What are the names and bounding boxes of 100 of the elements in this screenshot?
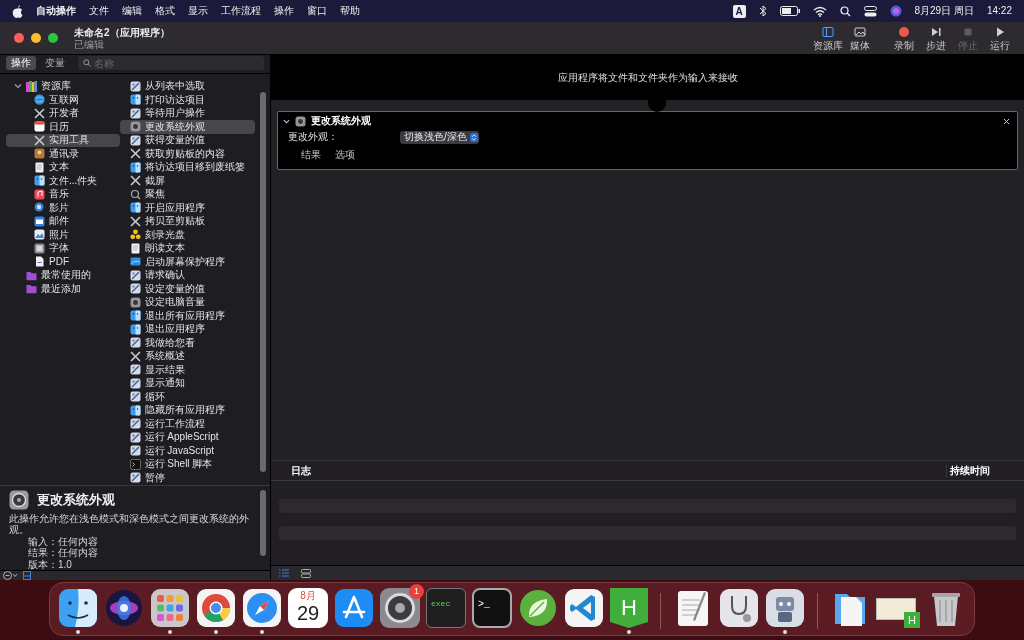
chevron-icon[interactable] [14, 82, 22, 91]
action-item[interactable]: 拷贝至剪贴板 [119, 214, 256, 228]
search-icon[interactable] [839, 5, 851, 17]
library-item[interactable]: 开发者 [6, 106, 120, 120]
apple-icon[interactable] [12, 4, 23, 18]
console-icon[interactable]: exec [426, 588, 466, 628]
action-item[interactable]: 刻录光盘 [119, 228, 256, 242]
automator-icon [129, 107, 141, 119]
launchpad-icon[interactable] [150, 588, 190, 628]
action-item[interactable]: 设定变量的值 [119, 282, 256, 296]
action-item[interactable]: 聚焦 [119, 187, 256, 201]
menu-item[interactable]: 格式 [155, 5, 175, 17]
library-item[interactable]: 日历 [6, 120, 120, 134]
menu-bar-clock[interactable]: 14:22 [986, 5, 1012, 17]
control-center-icon[interactable] [863, 5, 877, 17]
code-editor-icon[interactable] [564, 588, 604, 628]
minimize-button[interactable] [31, 33, 41, 43]
appearance-dropdown[interactable]: 切换浅色/深色 [400, 130, 479, 144]
toolbar-button[interactable]: 资源库 [812, 25, 844, 51]
menu-item[interactable]: 文件 [89, 5, 109, 17]
leaf-icon[interactable] [518, 588, 558, 628]
action-item[interactable]: 循环 [119, 390, 256, 404]
action-item[interactable]: 设定电脑音量 [119, 295, 256, 309]
bluetooth-icon[interactable] [758, 5, 767, 17]
siri-icon[interactable] [104, 588, 144, 628]
library-item[interactable]: 邮件 [6, 214, 120, 228]
action-item[interactable]: 显示通知 [119, 376, 256, 390]
action-item[interactable]: 运行 Shell 脚本 [119, 457, 256, 471]
card-tab[interactable]: 结果 [301, 148, 321, 161]
menu-item[interactable]: 显示 [188, 5, 208, 17]
library-item[interactable]: 通讯录 [6, 147, 120, 161]
wifi-icon[interactable] [812, 5, 827, 17]
action-item[interactable]: 退出应用程序 [119, 322, 256, 336]
app-store-icon[interactable] [334, 588, 374, 628]
menu-item[interactable]: 窗口 [307, 5, 327, 17]
calendar-icon[interactable]: 8月 29 [288, 588, 328, 628]
action-item[interactable]: 获得变量的值 [119, 133, 256, 147]
action-item[interactable]: 启动屏幕保护程序 [119, 255, 256, 269]
battery-icon[interactable] [779, 6, 800, 16]
compass-icon[interactable] [242, 588, 282, 628]
toolbar-button[interactable]: 录制 [888, 25, 920, 51]
action-item[interactable]: 我做给您看 [119, 336, 256, 350]
action-item[interactable]: 朗读文本 [119, 241, 256, 255]
action-item[interactable]: 隐藏所有应用程序 [119, 403, 256, 417]
action-item[interactable]: 暂停 [119, 471, 256, 485]
menu-item[interactable]: 工作流程 [221, 5, 261, 17]
library-item[interactable]: 最近添加 [6, 282, 120, 296]
search-field[interactable]: 名称 [78, 56, 264, 70]
library-item[interactable]: 文件...件夹 [6, 174, 120, 188]
action-item[interactable]: 显示结果 [119, 363, 256, 377]
terminal-icon[interactable]: >_ [472, 588, 512, 628]
split-view-icon[interactable] [301, 568, 311, 578]
action-item[interactable]: 更改系统外观 [119, 120, 256, 134]
action-item[interactable]: 截屏 [119, 174, 256, 188]
library-item[interactable]: 影片 [6, 201, 120, 215]
stethoscope-icon[interactable] [719, 588, 759, 628]
action-item[interactable]: 运行 AppleScript [119, 430, 256, 444]
library-item[interactable]: 字体 [6, 241, 120, 255]
action-item[interactable]: 获取剪贴板的内容 [119, 147, 256, 161]
menu-item[interactable]: 编辑 [122, 5, 142, 17]
close-icon[interactable] [1003, 117, 1010, 125]
library-item[interactable]: 音乐 [6, 187, 120, 201]
chrome-icon[interactable] [196, 588, 236, 628]
zoom-button[interactable] [48, 33, 58, 43]
action-item[interactable]: 请求确认 [119, 268, 256, 282]
library-item[interactable]: 照片 [6, 228, 120, 242]
action-item[interactable]: 等待用户操作 [119, 106, 256, 120]
menu-bar-date[interactable]: 8月29日 周日 [914, 5, 974, 17]
input-source-icon[interactable]: A [732, 4, 746, 18]
action-item[interactable]: 系统概述 [119, 349, 256, 363]
toolbar-button[interactable]: 媒体 [844, 25, 876, 51]
finder-icon[interactable] [58, 588, 98, 628]
action-item[interactable]: 从列表中选取 [119, 79, 256, 93]
menu-item[interactable]: 操作 [274, 5, 294, 17]
description-toggle-icon[interactable] [23, 571, 31, 580]
action-menu-icon[interactable] [3, 571, 19, 580]
robot-icon[interactable] [765, 588, 805, 628]
library-item[interactable]: 实用工具 [6, 133, 120, 147]
menu-item[interactable]: 帮助 [340, 5, 360, 17]
sidebar-tab[interactable]: 变量 [40, 56, 70, 70]
action-item[interactable]: 将访达项目移到废纸篓 [119, 160, 256, 174]
library-label: 文本 [49, 161, 69, 174]
sidebar-tab[interactable]: 操作 [6, 56, 36, 70]
library-item[interactable]: 资源库 [6, 79, 120, 93]
menu-item[interactable]: 自动操作 [36, 5, 76, 17]
action-item[interactable]: 运行 JavaScript [119, 444, 256, 458]
scrollbar-thumb [259, 489, 266, 556]
action-item[interactable]: 退出所有应用程序 [119, 309, 256, 323]
chevron-icon[interactable] [283, 117, 290, 125]
library-item[interactable]: 互联网 [6, 93, 120, 107]
close-button[interactable] [14, 33, 24, 43]
library-item[interactable]: PDF [6, 255, 120, 269]
library-item[interactable]: 文本 [6, 160, 120, 174]
action-item[interactable]: 打印访达项目 [119, 93, 256, 107]
action-item[interactable]: 开启应用程序 [119, 201, 256, 215]
library-item[interactable]: 最常使用的 [6, 268, 120, 282]
card-tab[interactable]: 选项 [335, 148, 355, 161]
toolbar-button[interactable]: 步进 [920, 25, 952, 51]
toolbar-button[interactable]: 运行 [984, 25, 1016, 51]
action-item[interactable]: 运行工作流程 [119, 417, 256, 431]
